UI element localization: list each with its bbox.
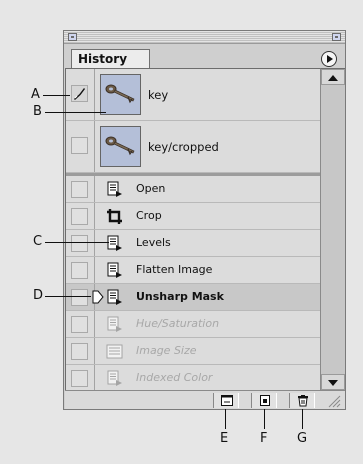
callout-line-a — [43, 95, 70, 96]
history-step-label: Unsharp Mask — [136, 290, 224, 303]
history-step-row-undone[interactable]: Hue/Saturation — [66, 311, 320, 338]
history-brush-source-box[interactable] — [71, 316, 88, 333]
zoom-box-icon[interactable] — [332, 33, 341, 41]
palette-menu-arrow-icon[interactable] — [321, 51, 337, 67]
snapshot-label: key/cropped — [148, 140, 219, 154]
history-brush-source-box[interactable] — [71, 208, 88, 225]
new-document-button[interactable] — [213, 393, 239, 408]
callout-line-e — [225, 409, 226, 429]
history-brush-source-box[interactable] — [71, 181, 88, 198]
delete-button[interactable] — [289, 393, 315, 408]
history-state-icon — [107, 316, 122, 332]
history-step-row[interactable]: Crop — [66, 203, 320, 230]
history-step-label: Indexed Color — [136, 371, 213, 384]
history-step-row-undone[interactable]: Indexed Color — [66, 365, 320, 390]
scroll-up-arrow-icon[interactable] — [321, 69, 345, 85]
key-thumbnail — [100, 126, 141, 167]
history-step-label: Crop — [136, 209, 162, 222]
history-step-label: Image Size — [136, 344, 197, 357]
history-brush-source-box[interactable] — [71, 137, 88, 154]
history-step-label: Open — [136, 182, 166, 195]
callout-line-g — [302, 409, 303, 429]
callout-label-c: C — [33, 234, 43, 249]
callout-label-f: F — [260, 431, 268, 446]
history-state-icon — [107, 370, 122, 386]
history-brush-icon — [74, 88, 85, 100]
history-state-icon — [107, 289, 122, 305]
history-state-icon — [107, 181, 122, 197]
history-list: key key/cropped Open Crop Levels Flatten… — [65, 68, 320, 390]
history-step-row[interactable]: Flatten Image — [66, 257, 320, 284]
callout-label-a: A — [31, 87, 40, 102]
history-step-row[interactable]: Levels — [66, 230, 320, 257]
history-brush-source-box[interactable] — [71, 370, 88, 387]
new-document-icon — [221, 395, 233, 406]
history-step-label: Flatten Image — [136, 263, 213, 276]
resize-grip-icon[interactable] — [327, 394, 341, 408]
history-step-row[interactable]: Open — [66, 176, 320, 203]
history-state-icon — [107, 262, 122, 278]
key-thumbnail — [100, 74, 141, 115]
callout-line-b — [45, 112, 106, 113]
callout-line-f — [264, 409, 265, 429]
snapshot-label: key — [148, 88, 169, 102]
history-step-row-current[interactable]: Unsharp Mask — [66, 284, 320, 311]
palette-title-bar[interactable] — [64, 31, 345, 44]
history-brush-source-box[interactable] — [71, 85, 88, 102]
callout-line-d — [45, 296, 91, 297]
new-snapshot-icon — [260, 395, 270, 406]
history-brush-source-box[interactable] — [71, 262, 88, 279]
callout-label-e: E — [220, 431, 229, 446]
tab-history[interactable]: History — [71, 49, 150, 69]
history-state-slider-icon[interactable] — [92, 290, 104, 304]
callout-label-b: B — [33, 104, 42, 119]
history-step-label: Hue/Saturation — [136, 317, 220, 330]
history-brush-source-box[interactable] — [71, 343, 88, 360]
snapshot-row[interactable]: key/cropped — [66, 121, 320, 173]
history-brush-source-box[interactable] — [71, 235, 88, 252]
history-brush-source-box[interactable] — [71, 289, 88, 306]
callout-line-c — [45, 242, 109, 243]
callout-label-d: D — [33, 288, 44, 303]
image-size-icon — [106, 344, 123, 359]
vertical-scrollbar[interactable] — [320, 68, 345, 390]
new-snapshot-button[interactable] — [251, 393, 277, 408]
palette-bottom-bar — [65, 390, 345, 409]
snapshot-row[interactable]: key — [66, 69, 320, 121]
history-state-icon — [107, 235, 122, 251]
callout-label-g: G — [297, 431, 308, 446]
scroll-down-arrow-icon[interactable] — [321, 374, 345, 390]
history-step-row-undone[interactable]: Image Size — [66, 338, 320, 365]
close-box-icon[interactable] — [68, 33, 77, 41]
trash-icon — [298, 395, 308, 407]
crop-icon — [107, 209, 122, 224]
history-step-label: Levels — [136, 236, 171, 249]
